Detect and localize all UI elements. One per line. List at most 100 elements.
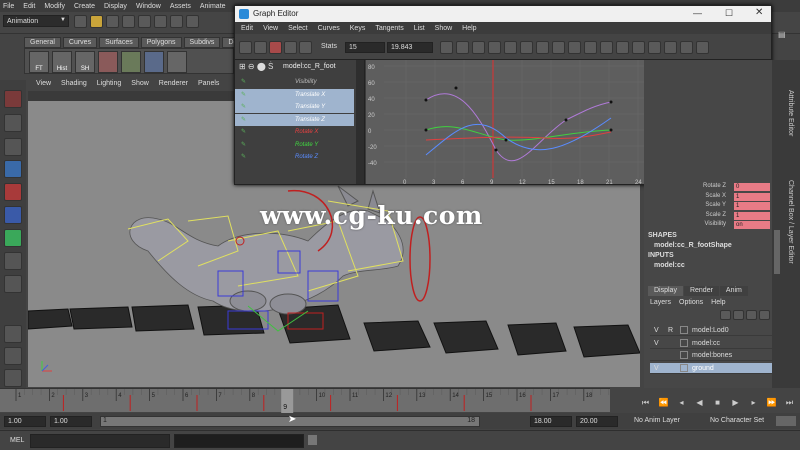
input-name[interactable]: model:cc: [654, 262, 685, 269]
stats-frame-field[interactable]: 15: [345, 42, 385, 53]
open-scene-icon[interactable]: [90, 15, 103, 28]
outliner-channel-row[interactable]: ✎ Translate Y: [235, 101, 354, 113]
layer-menu-options[interactable]: Options: [679, 299, 703, 308]
snap-curve-icon[interactable]: [186, 15, 199, 28]
menu-display[interactable]: Display: [104, 3, 127, 10]
viewport-menu-show[interactable]: Show: [131, 80, 149, 91]
playback-start-field[interactable]: 1.00: [50, 416, 92, 427]
panel-icon[interactable]: ▤: [778, 30, 786, 39]
play-forward-icon[interactable]: ▶: [730, 397, 741, 408]
select-tool-icon[interactable]: [4, 90, 22, 108]
step-back-key-icon[interactable]: ⏪: [658, 397, 669, 408]
maximize-icon[interactable]: ☐: [725, 8, 733, 19]
anim-layer-selector[interactable]: No Anim Layer: [634, 417, 680, 424]
channel-row[interactable]: Scale Y 1: [648, 202, 770, 211]
shelf-tab-general[interactable]: General: [24, 37, 61, 48]
graph-menu-select[interactable]: Select: [288, 23, 307, 34]
break-tangent-icon[interactable]: [552, 41, 565, 54]
soft-mod-icon[interactable]: [4, 252, 22, 270]
channel-row[interactable]: Rotate Z 0: [648, 183, 770, 192]
outliner-channel-row[interactable]: ✎ Rotate X: [235, 126, 354, 138]
select-object-icon[interactable]: [138, 15, 151, 28]
channel-value[interactable]: 1: [734, 211, 770, 220]
layer-visibility-toggle[interactable]: V: [654, 325, 659, 336]
viewport-menu-shading[interactable]: Shading: [61, 80, 87, 91]
shelf-tab-subdivs[interactable]: Subdivs: [183, 37, 221, 48]
layer-name[interactable]: model:cc: [692, 338, 720, 349]
channel-row[interactable]: Visibility on: [648, 221, 770, 230]
shelf-button-grid[interactable]: [167, 51, 187, 73]
step-back-icon[interactable]: ◂: [676, 397, 687, 408]
start-time-field[interactable]: 1.00: [4, 416, 46, 427]
step-forward-icon[interactable]: ▸: [748, 397, 759, 408]
layer-visibility-toggle[interactable]: V: [654, 338, 659, 349]
menu-create[interactable]: Create: [74, 3, 95, 10]
layer-row[interactable]: Vground: [650, 362, 772, 374]
layer-row[interactable]: model:bones: [650, 350, 772, 361]
graph-menu-list[interactable]: List: [414, 23, 425, 34]
graph-menu-keys[interactable]: Keys: [350, 23, 366, 34]
rotate-tool-icon[interactable]: [4, 183, 22, 201]
outliner-channel-row[interactable]: ✎ Rotate Y: [235, 139, 354, 151]
tab-attribute-editor[interactable]: Attribute Editor: [780, 90, 794, 170]
menu-window[interactable]: Window: [136, 3, 161, 10]
stop-icon[interactable]: ■: [712, 397, 723, 408]
outliner-scrollbar[interactable]: [356, 60, 364, 184]
shelf-button-sculpt[interactable]: [121, 51, 141, 73]
layer-color-swatch[interactable]: [680, 326, 688, 334]
layer-row[interactable]: V Rmodel:Lod0: [650, 325, 772, 336]
new-layer-selected-icon[interactable]: [759, 310, 770, 320]
go-to-start-icon[interactable]: ⏮: [640, 397, 651, 408]
scale-tool-icon[interactable]: [4, 206, 22, 224]
lasso-tool-icon[interactable]: [4, 114, 22, 132]
lock-weight-icon[interactable]: [600, 41, 613, 54]
tab-channel-box[interactable]: Channel Box / Layer Editor: [780, 180, 794, 290]
layer-tab-display[interactable]: Display: [648, 286, 683, 296]
move-layer-up-icon[interactable]: [720, 310, 731, 320]
layer-name[interactable]: ground: [692, 363, 714, 374]
end-time-field[interactable]: 20.00: [576, 416, 618, 427]
layer-tab-anim[interactable]: Anim: [719, 286, 748, 296]
menu-modify[interactable]: Modify: [44, 3, 65, 10]
swap-buffer-icon[interactable]: [632, 41, 645, 54]
trax-icon[interactable]: [696, 41, 709, 54]
single-view-icon[interactable]: [4, 325, 22, 343]
graph-outliner[interactable]: ⊞ ⊖ ⬤ Ṡ model:cc_R_foot ✎ Visibility ✎ Tran…: [235, 60, 365, 184]
channel-value[interactable]: 1: [734, 202, 770, 210]
viewport-menu-panels[interactable]: Panels: [198, 80, 219, 91]
linear-tangent-icon[interactable]: [488, 41, 501, 54]
normalize-icon[interactable]: [648, 41, 661, 54]
menu-assets[interactable]: Assets: [170, 3, 191, 10]
shape-name[interactable]: model:cc_R_footShape: [654, 242, 732, 249]
lattice-icon[interactable]: [284, 41, 297, 54]
shelf-button-paint[interactable]: [98, 51, 118, 73]
viewport-menu-lighting[interactable]: Lighting: [97, 80, 122, 91]
outliner-channel-row[interactable]: ✎ Translate X: [235, 88, 354, 101]
layer-name[interactable]: model:bones: [692, 350, 732, 361]
move-key-icon[interactable]: [239, 41, 252, 54]
select-component-icon[interactable]: [154, 15, 167, 28]
stats-value-field[interactable]: 19.843: [387, 42, 433, 53]
shelf-button-sh[interactable]: SH: [75, 51, 95, 73]
show-manip-icon[interactable]: [4, 275, 22, 293]
command-language-label[interactable]: MEL: [10, 437, 24, 444]
expand-icon[interactable]: ⊞ ⊖ ⬤ Ṡ: [239, 62, 273, 71]
graph-menu-help[interactable]: Help: [462, 23, 476, 34]
minimize-icon[interactable]: —: [693, 8, 702, 18]
graph-menu-view[interactable]: View: [263, 23, 278, 34]
shelf-button-ft[interactable]: FT: [29, 51, 49, 73]
dope-sheet-icon[interactable]: [680, 41, 693, 54]
region-icon[interactable]: [299, 41, 312, 54]
outliner-channel-row[interactable]: ✎ Visibility: [235, 76, 354, 88]
outliner-channel-row[interactable]: ✎ Rotate Z: [235, 151, 354, 163]
spline-tangent-icon[interactable]: [472, 41, 485, 54]
frame-selection-icon[interactable]: [456, 41, 469, 54]
layer-color-swatch[interactable]: [680, 363, 688, 372]
graph-menu-show[interactable]: Show: [435, 23, 453, 34]
manipulator-icon[interactable]: [4, 229, 22, 247]
close-icon[interactable]: ✕: [755, 7, 763, 18]
channel-value[interactable]: 0: [734, 183, 770, 191]
channel-row[interactable]: Scale X 1: [648, 192, 770, 202]
layer-name[interactable]: model:Lod0: [692, 325, 729, 336]
script-editor-icon[interactable]: [308, 435, 317, 445]
